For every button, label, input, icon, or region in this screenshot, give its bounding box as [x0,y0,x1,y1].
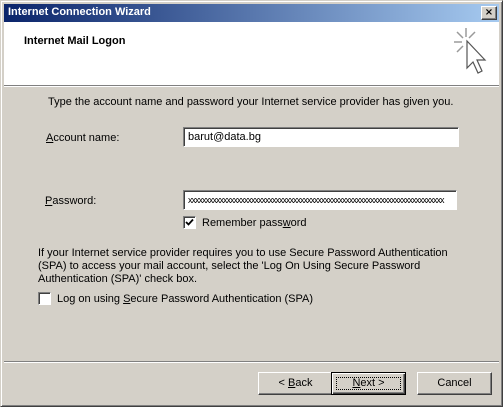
remember-password-label[interactable]: Remember password [202,217,307,229]
wizard-header: Internet Mail Logon [4,22,499,85]
spa-info-text: If your Internet service provider requir… [38,247,448,285]
wizard-sparkle-cursor-icon [454,28,487,74]
close-icon: × [484,7,494,18]
password-label: Password: [45,195,97,207]
instruction-text: Type the account name and password your … [48,96,454,108]
page-title: Internet Mail Logon [24,35,126,47]
cancel-button-label: Cancel [437,377,472,389]
next-button[interactable]: Next > [331,372,406,395]
window-title: Internet Connection Wizard [8,6,151,18]
close-button[interactable]: × [481,6,497,20]
back-button[interactable]: < Back [258,372,333,395]
focus-rectangle [336,377,401,390]
password-input[interactable]: xxxxxxxxxxxxxxxxxxxxxxxxxxxxxxxxxxxxxxxx… [183,190,457,210]
spa-checkbox[interactable] [38,292,51,305]
checkmark-icon [185,218,194,226]
back-button-label: < Back [278,377,313,389]
cancel-button[interactable]: Cancel [417,372,492,395]
wizard-window: Internet Connection Wizard × Internet Ma… [0,0,503,407]
account-name-label: Account name: [46,132,120,144]
spa-label[interactable]: Log on using Secure Password Authenticat… [57,293,313,305]
footer-divider [4,361,499,363]
title-bar: Internet Connection Wizard × [4,4,499,22]
remember-password-checkbox[interactable] [183,216,196,229]
account-name-input[interactable]: barut@data.bg [183,127,459,147]
header-divider [4,85,499,87]
